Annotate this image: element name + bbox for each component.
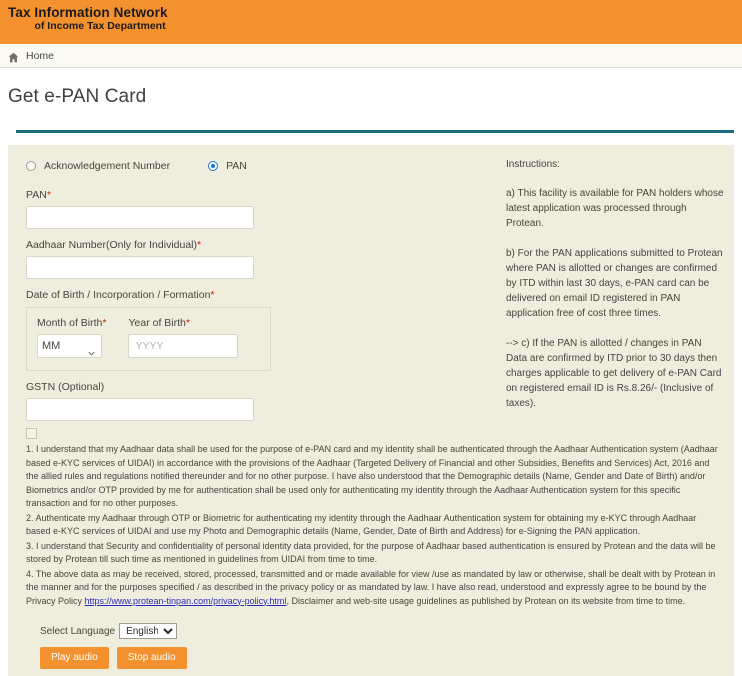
radio-pan[interactable] — [208, 161, 219, 171]
radio-acknowledgement-number[interactable] — [26, 161, 36, 171]
declaration-item-2: 2. Authenticate my Aadhaar through OTP o… — [26, 512, 697, 537]
identifier-type-radio-group: Acknowledgement Number PAN — [18, 157, 498, 179]
play-audio-button[interactable]: Play audio — [40, 647, 109, 669]
form-column: Acknowledgement Number PAN PAN* Aadhaar … — [18, 157, 498, 426]
pan-required-mark: * — [46, 189, 51, 201]
home-icon — [8, 50, 19, 63]
site-logo[interactable]: Tax Information Network of Income Tax De… — [8, 5, 168, 33]
pan-label-text: PAN — [26, 189, 47, 201]
privacy-policy-link[interactable]: https://www.protean-tinpan.com/privacy-p… — [85, 596, 287, 606]
aadhaar-label-text: Aadhaar Number(Only for Individual) — [26, 239, 197, 251]
gstn-field: GSTN (Optional) — [18, 371, 498, 421]
declaration-item-3: 3. I understand that Security and confid… — [26, 540, 716, 565]
year-of-birth-label: Year of Birth* — [128, 317, 238, 329]
declaration-item-4: 4. The above data as may be received, st… — [26, 568, 722, 609]
pan-field: PAN* — [18, 179, 498, 229]
aadhaar-required-mark: * — [197, 239, 202, 251]
language-row: Select Language English — [18, 609, 724, 639]
gstn-input[interactable] — [26, 398, 254, 421]
declaration-section: 1. I understand that my Aadhaar data sha… — [18, 428, 724, 608]
breadcrumb-item-home[interactable]: Home — [26, 50, 54, 62]
breadcrumb: Home — [0, 44, 742, 68]
dob-group: Month of Birth* MM Year of Birth* YYYY — [26, 307, 271, 371]
page-title-section: Get e-PAN Card — [0, 68, 742, 133]
month-of-birth-label: Month of Birth* — [37, 317, 106, 329]
audio-controls: Play audio Stop audio — [18, 639, 724, 669]
instruction-paragraph-a: a) This facility is available for PAN ho… — [506, 188, 724, 229]
month-of-birth-select[interactable]: MM — [37, 334, 102, 358]
page-title: Get e-PAN Card — [8, 86, 147, 107]
instructions-column: Instructions: a) This facility is availa… — [498, 157, 724, 426]
stop-audio-button[interactable]: Stop audio — [116, 647, 187, 669]
logo-secondary-text: of Income Tax Department — [34, 20, 166, 33]
select-language-label: Select Language — [40, 625, 116, 637]
declaration-item-1: 1. I understand that my Aadhaar data sha… — [26, 444, 718, 508]
dob-required-mark: * — [210, 289, 215, 301]
instructions-title: Instructions: — [506, 159, 560, 170]
radio-label-acknowledgement-number[interactable]: Acknowledgement Number — [44, 160, 170, 172]
validate-recaptcha-label: Validate reCAPTCHA — [18, 669, 724, 676]
month-of-birth-field: Month of Birth* MM — [37, 317, 106, 358]
language-select[interactable]: English — [119, 623, 178, 639]
declaration-item-4-after-link: , Disclaimer and web-site usage guidelin… — [286, 595, 686, 606]
dob-group-label-text: Date of Birth / Incorporation / Formatio… — [26, 289, 211, 301]
month-select-wrapper: MM — [37, 334, 102, 358]
year-of-birth-label-text: Year of Birth — [128, 317, 186, 329]
aadhaar-field: Aadhaar Number(Only for Individual)* — [18, 229, 498, 279]
aadhaar-input[interactable] — [26, 256, 254, 279]
instruction-paragraph-c: --> c) If the PAN is allotted / changes … — [506, 338, 722, 409]
aadhaar-label: Aadhaar Number(Only for Individual)* — [26, 239, 498, 251]
radio-label-pan[interactable]: PAN — [226, 160, 247, 172]
year-of-birth-field: Year of Birth* — [128, 317, 239, 358]
declaration-checkbox[interactable] — [26, 428, 37, 439]
pan-input[interactable] — [26, 206, 254, 229]
gstn-label: GSTN (Optional) — [26, 381, 105, 393]
instruction-paragraph-b: b) For the PAN applications submitted to… — [506, 248, 723, 319]
logo-primary-text: Tax Information Network — [8, 5, 168, 20]
month-required-mark: * — [102, 317, 107, 329]
pan-label: PAN* — [26, 189, 498, 201]
dob-group-label: Date of Birth / Incorporation / Formatio… — [26, 289, 498, 301]
site-header: Tax Information Network of Income Tax De… — [0, 0, 742, 44]
year-required-mark: * — [185, 317, 190, 329]
dob-field: Date of Birth / Incorporation / Formatio… — [18, 279, 498, 301]
month-of-birth-label-text: Month of Birth — [37, 317, 103, 329]
form-panel: Acknowledgement Number PAN PAN* Aadhaar … — [8, 145, 734, 676]
year-of-birth-input[interactable] — [128, 334, 239, 358]
title-divider — [16, 130, 734, 133]
